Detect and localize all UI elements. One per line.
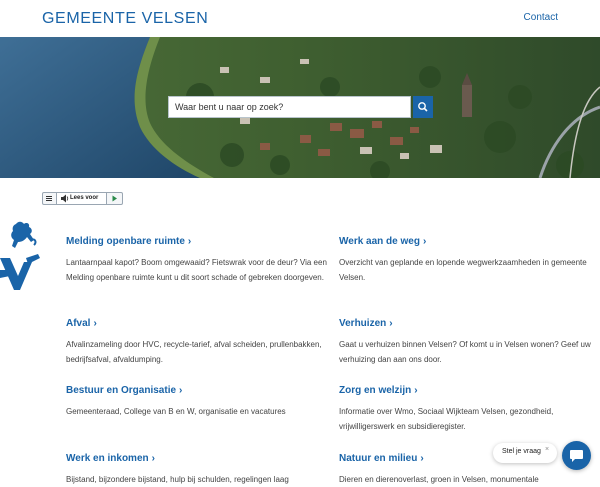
item-bestuur-en-organisatie: Bestuur en Organisatie › Gemeenteraad, Co…	[66, 380, 306, 419]
item-afval: Afval › Afvalinzameling door HVC, recycle…	[66, 313, 322, 367]
item-werk-aan-de-weg: Werk aan de weg › Overzicht van geplande …	[339, 231, 587, 285]
magnifier-icon	[418, 102, 428, 112]
chevron-right-icon: ›	[422, 236, 427, 247]
chevron-right-icon: ›	[414, 385, 418, 396]
chevron-right-icon: ›	[420, 453, 424, 464]
chevron-right-icon: ›	[93, 318, 97, 329]
item-title-link[interactable]: Zorg en welzijn	[339, 385, 411, 396]
lion-emblem-icon	[0, 221, 40, 290]
search-input[interactable]	[169, 97, 405, 117]
item-description: Overzicht van geplande en lopende wegwer…	[339, 258, 587, 282]
item-description: Informatie over Wmo, Sociaal Wijkteam Ve…	[339, 407, 554, 431]
item-description: Gaat u verhuizen binnen Velsen? Of komt …	[339, 340, 591, 364]
item-title-link[interactable]: Werk aan de weg	[339, 236, 420, 247]
read-aloud-button[interactable]: Lees voor	[57, 193, 107, 204]
play-icon	[112, 195, 117, 202]
item-title-link[interactable]: Werk en inkomen	[66, 453, 149, 464]
chevron-right-icon: ›	[179, 385, 183, 396]
contact-link[interactable]: Contact	[524, 12, 558, 23]
velsen-emblem	[0, 218, 42, 298]
item-title-link[interactable]: Verhuizen	[339, 318, 386, 329]
item-melding-openbare-ruimte: Melding openbare ruimte › Lantaarnpaal ka…	[66, 231, 327, 285]
item-verhuizen: Verhuizen › Gaat u verhuizen binnen Velse…	[339, 313, 591, 367]
menu-icon[interactable]	[43, 193, 57, 204]
item-title-link[interactable]: Afval	[66, 318, 90, 329]
search-box	[168, 96, 411, 118]
chevron-right-icon: ›	[151, 453, 155, 464]
chevron-right-icon: ›	[187, 236, 192, 247]
chat-prompt-label: Stel je vraag	[502, 448, 541, 455]
chat-bubble-icon	[570, 450, 583, 462]
item-title-link[interactable]: Melding openbare ruimte	[66, 236, 185, 247]
item-title-link[interactable]: Natuur en milieu	[339, 453, 417, 464]
close-icon[interactable]: ×	[545, 446, 549, 453]
speaker-icon	[61, 194, 69, 203]
item-title-link[interactable]: Bestuur en Organisatie	[66, 385, 176, 396]
search-button[interactable]	[413, 96, 433, 118]
item-description: Lantaarnpaal kapot? Boom omgewaaid? Fiet…	[66, 258, 327, 282]
item-werk-en-inkomen: Werk en inkomen › Bijstand, bijzondere bi…	[66, 448, 306, 487]
item-zorg-en-welzijn: Zorg en welzijn › Informatie over Wmo, So…	[339, 380, 579, 434]
site-logo[interactable]: GEMEENTE VELSEN	[42, 10, 208, 28]
read-aloud-label: Lees voor	[70, 195, 99, 201]
play-button[interactable]	[107, 193, 122, 204]
chevron-right-icon: ›	[389, 318, 393, 329]
chat-open-button[interactable]	[562, 441, 591, 470]
item-description: Afvalinzameling door HVC, recycle-tarief…	[66, 340, 322, 364]
item-description: Gemeenteraad, College van B en W, organi…	[66, 407, 286, 416]
site-header: GEMEENTE VELSEN Contact	[0, 0, 600, 37]
read-aloud-toolbar: Lees voor	[42, 192, 123, 205]
